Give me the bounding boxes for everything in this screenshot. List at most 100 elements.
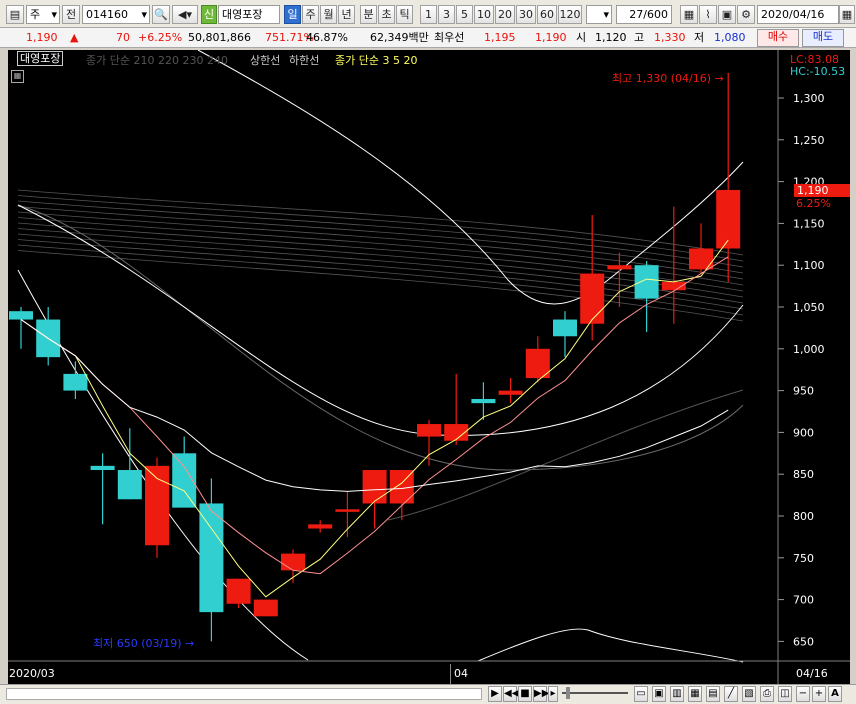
play-icon[interactable]: ▶ — [488, 686, 502, 702]
legend-limit-up[interactable]: 상한선 — [250, 52, 280, 68]
legend-stock-name[interactable]: 대영포장 — [17, 51, 64, 66]
sound-icon[interactable]: ◀▾ — [172, 5, 198, 24]
x-label-end: 04/16 — [796, 667, 828, 680]
moving-average-bands — [17, 49, 744, 663]
chevron-down-icon: ▾ — [603, 8, 609, 21]
legend-short-ma[interactable]: 종가 단순 3 5 20 — [335, 52, 417, 68]
tab-tick[interactable]: 틱 — [396, 5, 413, 24]
columns-icon[interactable]: ▦ — [688, 686, 702, 702]
draw-line-icon[interactable]: ╱ — [724, 686, 738, 702]
current-price-tag: 1,190 — [794, 184, 850, 197]
scroll-track[interactable] — [6, 688, 482, 700]
interval-1[interactable]: 1 — [420, 5, 437, 24]
interval-5[interactable]: 5 — [456, 5, 473, 24]
forward-icon[interactable]: ▶▶ — [533, 686, 549, 702]
prev-button[interactable]: 전 — [62, 5, 80, 24]
image-icon[interactable]: ▧ — [742, 686, 756, 702]
interval-20[interactable]: 20 — [495, 5, 515, 24]
candle-up — [335, 509, 360, 512]
chart-icon[interactable]: ⌇ — [699, 5, 717, 24]
candle-down — [199, 503, 224, 613]
buy-button[interactable]: 매수 — [757, 29, 799, 47]
tile-icon[interactable]: ▥ — [670, 686, 684, 702]
date-field[interactable]: 2020/04/16 — [757, 5, 839, 24]
price-tick-label: 1,150 — [793, 217, 825, 230]
period-mode-select[interactable]: 주 ▾ — [26, 5, 60, 24]
tab-second[interactable]: 초 — [378, 5, 395, 24]
candlestick-chart: 650 700 750 800 850 900 950 1,000 1,050 1,100 1,15… — [8, 49, 850, 684]
chevron-down-icon: ▾ — [141, 8, 147, 21]
min-price-annotation: 최저 650 (03/19) → — [93, 637, 195, 650]
stock-code-input[interactable]: 014160 ▾ — [82, 5, 150, 24]
up-arrow-icon: ▲ — [70, 31, 79, 44]
trade-amount: 62,349백만 — [370, 31, 429, 44]
month-divider — [450, 664, 451, 684]
interval-3[interactable]: 3 — [438, 5, 455, 24]
price-change-pct: +6.25% — [138, 31, 183, 44]
custom-interval-select[interactable]: ▾ — [586, 5, 612, 24]
x-label-start: 2020/03 — [9, 667, 55, 680]
calendar-icon[interactable]: ▦ — [839, 5, 855, 24]
chevron-down-icon: ▾ — [51, 8, 57, 21]
zoom-in-icon[interactable]: + — [812, 686, 826, 702]
search-icon[interactable]: 🔍 — [152, 5, 170, 24]
best-ask: 1,195 — [484, 31, 516, 44]
split-icon[interactable]: ▤ — [706, 686, 720, 702]
stock-name-field[interactable]: 대영포장 — [218, 5, 280, 24]
tab-month[interactable]: 월 — [320, 5, 337, 24]
save-icon[interactable]: ▣ — [718, 5, 736, 24]
grid-icon[interactable]: ▦ — [11, 70, 24, 83]
window-icon[interactable]: ▣ — [652, 686, 666, 702]
print-icon[interactable]: ⎙ — [760, 686, 774, 702]
candle-up — [308, 524, 333, 529]
price-axis: 650 700 750 800 850 900 950 1,000 1,050 1,100 1,15… — [778, 92, 825, 648]
interval-30[interactable]: 30 — [516, 5, 536, 24]
candle-up — [580, 273, 605, 324]
step-icon[interactable]: ▸ — [548, 686, 558, 702]
price-tick-label: 900 — [793, 426, 814, 439]
tab-year[interactable]: 년 — [338, 5, 355, 24]
stop-icon[interactable]: ■ — [518, 686, 532, 702]
x-label-month: 04 — [454, 667, 468, 680]
rewind-icon[interactable]: ◀◀ — [503, 686, 519, 702]
legend-long-ma[interactable]: 종가 단순 210 220 230 240 — [86, 52, 228, 68]
price-info-bar: 1,190 ▲ 70 +6.25% 50,801,866 751.71% 46.… — [0, 28, 856, 48]
candle-down — [90, 465, 115, 471]
tab-week[interactable]: 주 — [302, 5, 319, 24]
gear-icon[interactable]: ⚙ — [737, 5, 755, 24]
grid-icon[interactable]: ▦ — [680, 5, 698, 24]
current-price: 1,190 — [26, 31, 58, 44]
candle-down — [553, 319, 577, 337]
candle-down — [634, 265, 659, 299]
price-tick-label: 650 — [793, 635, 814, 648]
moving-averages — [20, 239, 729, 598]
zoom-slider[interactable] — [562, 692, 628, 694]
price-tick-label: 750 — [793, 552, 814, 565]
bollinger-upper-line — [197, 49, 744, 305]
interval-60[interactable]: 60 — [537, 5, 557, 24]
tab-day[interactable]: 일 — [284, 5, 301, 24]
text-size-icon[interactable]: A — [828, 686, 842, 702]
current-pct-tag: 6.25% — [796, 197, 831, 210]
legend-limit-down[interactable]: 하한선 — [289, 52, 319, 68]
toolbar: ▤ 주 ▾ 전 014160 ▾ 🔍 ◀▾ 신 대영포장 일 주 월 년 분 초 틱… — [0, 0, 856, 28]
sell-button[interactable]: 매도 — [802, 29, 844, 47]
tab-minute[interactable]: 분 — [360, 5, 377, 24]
data-count-field[interactable]: 27/600 — [616, 5, 672, 24]
ma3-line — [20, 239, 729, 598]
chart-navigation-bar: ▶ ◀◀ ■ ▶▶ ▸ ▭ ▣ ▥ ▦ ▤ ╱ ▧ ⎙ ◫ − + A — [0, 684, 856, 704]
candle-down — [471, 398, 496, 404]
layout-icon[interactable]: ▭ — [634, 686, 648, 702]
turnover-rate: 46.87% — [306, 31, 348, 44]
price-chart[interactable]: 650 700 750 800 850 900 950 1,000 1,050 1,100 1,15… — [8, 49, 850, 684]
new-tag: 신 — [201, 5, 217, 24]
candle-up — [226, 578, 251, 604]
price-tick-label: 700 — [793, 594, 814, 607]
zoom-slider-thumb[interactable] — [566, 687, 570, 699]
interval-10[interactable]: 10 — [474, 5, 494, 24]
screenshot-icon[interactable]: ◫ — [778, 686, 792, 702]
open-price: 1,120 — [595, 31, 627, 44]
interval-120[interactable]: 120 — [558, 5, 582, 24]
chart-type-icon[interactable]: ▤ — [6, 5, 24, 24]
zoom-out-icon[interactable]: − — [796, 686, 810, 702]
